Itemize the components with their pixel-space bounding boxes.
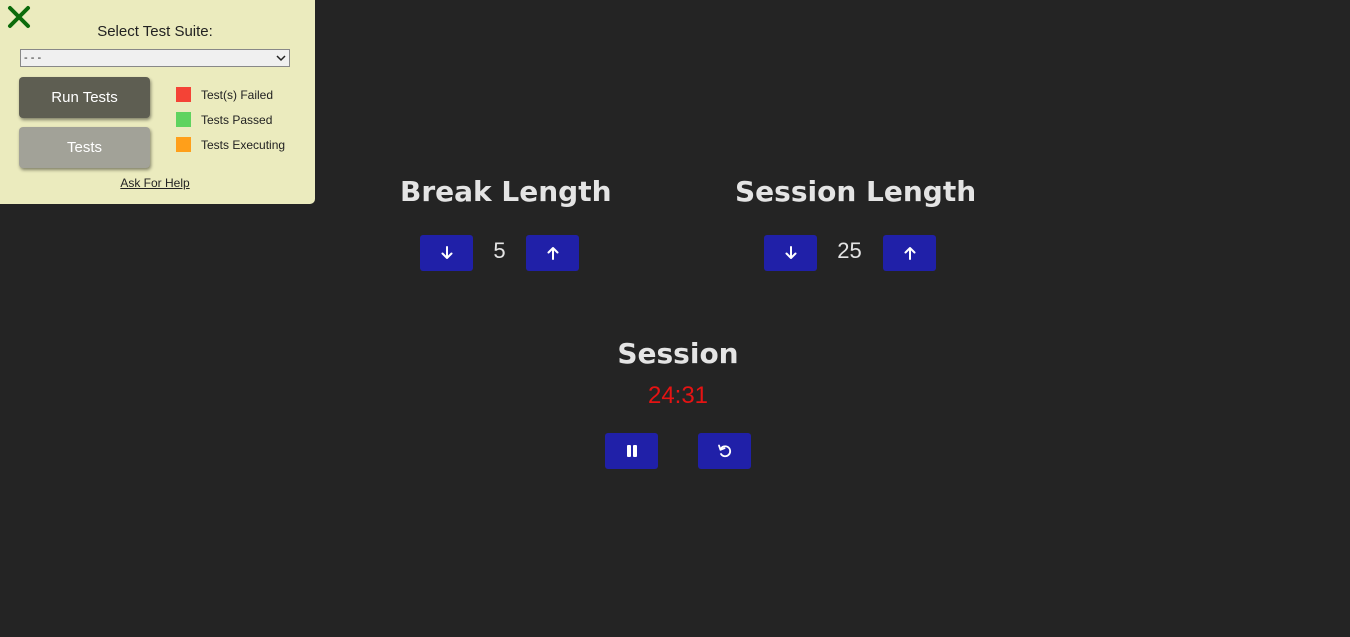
- ask-for-help-link[interactable]: Ask For Help: [0, 176, 310, 190]
- session-increment-button[interactable]: [883, 235, 936, 271]
- legend: Test(s) Failed Tests Passed Tests Execut…: [176, 82, 285, 157]
- chevron-down-icon: [276, 50, 286, 72]
- break-increment-button[interactable]: [526, 235, 579, 271]
- suite-select[interactable]: - - -: [20, 49, 290, 67]
- test-panel: Select Test Suite: - - - Run Tests Tests…: [0, 0, 315, 204]
- passed-swatch: [176, 112, 191, 127]
- break-decrement-button[interactable]: [420, 235, 473, 271]
- arrow-down-icon: [441, 246, 452, 259]
- arrow-up-icon: [547, 247, 558, 260]
- legend-item-executing: Tests Executing: [176, 132, 285, 157]
- run-tests-button[interactable]: Run Tests: [19, 77, 150, 118]
- break-label: Break Length: [400, 175, 612, 208]
- suite-select-value: - - -: [24, 52, 42, 64]
- session-decrement-button[interactable]: [764, 235, 817, 271]
- session-length-value: 25: [837, 238, 862, 263]
- legend-item-passed: Tests Passed: [176, 107, 285, 132]
- reset-icon: [717, 444, 731, 458]
- failed-swatch: [176, 87, 191, 102]
- time-left: 24:31: [647, 382, 709, 409]
- legend-label: Test(s) Failed: [201, 87, 274, 102]
- arrow-down-icon: [785, 246, 796, 259]
- executing-swatch: [176, 137, 191, 152]
- arrow-up-icon: [904, 247, 915, 260]
- start-stop-button[interactable]: [605, 433, 658, 469]
- pause-icon: [626, 445, 637, 457]
- break-length-value: 5: [493, 238, 506, 263]
- session-label: Session Length: [735, 175, 977, 208]
- legend-item-failed: Test(s) Failed: [176, 82, 285, 107]
- legend-label: Tests Executing: [201, 137, 286, 152]
- reset-button[interactable]: [698, 433, 751, 469]
- suite-label: Select Test Suite:: [97, 23, 213, 40]
- tests-button[interactable]: Tests: [19, 127, 150, 168]
- timer-label: Session: [617, 337, 739, 370]
- legend-label: Tests Passed: [201, 112, 273, 127]
